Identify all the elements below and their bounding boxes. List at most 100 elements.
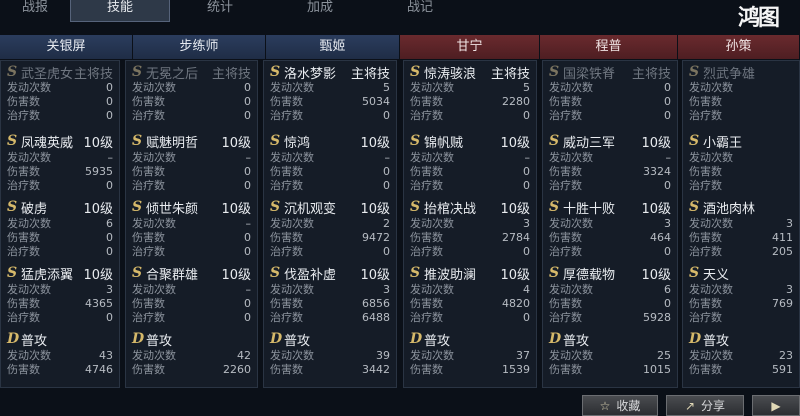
skill-level: 主将技 (490, 66, 530, 82)
skill-entry[interactable]: S 洛水梦影 主将技 发动次数 5 伤害数 5034 治疗数 0 (270, 63, 390, 131)
skill-entry[interactable]: S 酒池肉林 发动次数 3 伤害数 411 治疗数 205 (689, 197, 793, 263)
skill-name: 惊涛骇浪 (424, 66, 477, 82)
stat-value: 0 (383, 179, 390, 192)
skill-column: S 烈武争雄 发动次数 伤害数 治疗数 S 小霸王 发动次数 伤害数 治疗数 S 酒池肉林 发动次数 3 伤… (682, 60, 800, 388)
stat-value: 23 (779, 349, 793, 362)
stat-value: 4746 (85, 363, 113, 376)
skill-entry[interactable]: S 抬棺决战 10级 发动次数 3 伤害数 2784 治疗数 0 (410, 197, 530, 263)
stat-row: 发动次数 – (132, 217, 251, 231)
stat-row: 伤害数 1539 (410, 363, 530, 377)
skill-entry[interactable]: S 推波助澜 10级 发动次数 4 伤害数 4820 治疗数 0 (410, 263, 530, 329)
skill-name: 伐盈补虚 (284, 267, 337, 283)
tab-battle-report[interactable]: 战报 (0, 0, 70, 22)
stat-row: 治疗数 0 (270, 109, 390, 123)
stat-value: 2 (383, 217, 390, 230)
skill-entry[interactable]: D 普攻 发动次数 23 伤害数 591 (689, 329, 793, 395)
stat-value: 0 (244, 165, 251, 178)
stat-row: 发动次数 – (132, 151, 251, 165)
skill-name: 武圣虎女 (21, 66, 74, 82)
stat-label: 治疗数 (689, 179, 722, 192)
stat-value: 3442 (362, 363, 390, 376)
replay-button[interactable]: ▶ (752, 395, 800, 416)
stat-row: 发动次数 37 (410, 349, 530, 363)
share-button[interactable]: ↗ 分享 (666, 395, 744, 416)
skill-entry[interactable]: S 伐盈补虚 10级 发动次数 3 伤害数 6856 治疗数 6488 (270, 263, 390, 329)
stat-row: 伤害数 5935 (7, 165, 113, 179)
skill-title-row: S 酒池肉林 (689, 197, 793, 217)
stat-row: 治疗数 0 (7, 109, 113, 123)
skill-entry[interactable]: D 普攻 发动次数 43 伤害数 4746 (7, 329, 113, 395)
stat-row: 伤害数 (689, 165, 793, 179)
skill-entry[interactable]: S 厚德载物 10级 发动次数 6 伤害数 0 治疗数 5928 (549, 263, 671, 329)
skill-entry[interactable]: S 倾世朱颜 10级 发动次数 – 伤害数 0 治疗数 0 (132, 197, 251, 263)
skill-entry[interactable]: S 惊涛骇浪 主将技 发动次数 5 伤害数 2280 治疗数 0 (410, 63, 530, 131)
stat-row: 发动次数 – (7, 151, 113, 165)
skill-entry[interactable]: S 国梁铁脊 主将技 发动次数 0 伤害数 0 治疗数 0 (549, 63, 671, 131)
stat-label: 伤害数 (270, 165, 303, 178)
skill-entry[interactable]: S 惊鸿 10级 发动次数 – 伤害数 0 治疗数 0 (270, 131, 390, 197)
skill-entry[interactable]: S 沉机观变 10级 发动次数 2 伤害数 9472 治疗数 0 (270, 197, 390, 263)
skill-entry[interactable]: D 普攻 发动次数 42 伤害数 2260 (132, 329, 251, 395)
skill-level: 10级 (221, 267, 251, 283)
stat-label: 治疗数 (270, 179, 303, 192)
stat-value: 0 (106, 311, 113, 324)
general-name: 甘宁 (400, 35, 540, 59)
skill-entry[interactable]: S 十胜十败 10级 发动次数 3 伤害数 464 治疗数 0 (549, 197, 671, 263)
tab-skills[interactable]: 技能 (70, 0, 170, 22)
tab-statistics[interactable]: 统计 (170, 0, 270, 22)
skill-name: 惊鸿 (284, 135, 311, 151)
stat-label: 发动次数 (132, 151, 176, 164)
skill-entry[interactable]: S 猛虎添翼 10级 发动次数 3 伤害数 4365 治疗数 0 (7, 263, 113, 329)
skill-entry[interactable]: D 普攻 发动次数 39 伤害数 3442 (270, 329, 390, 395)
stat-label: 伤害数 (7, 363, 40, 376)
stat-value: 9472 (362, 231, 390, 244)
stat-label: 伤害数 (410, 165, 443, 178)
stat-value: 6856 (362, 297, 390, 310)
skill-title-row: D 普攻 (549, 329, 671, 349)
skill-grade-icon: S (7, 64, 18, 80)
skill-entry[interactable]: D 普攻 发动次数 37 伤害数 1539 (410, 329, 530, 395)
skill-grade-icon: S (549, 199, 560, 215)
skill-entry[interactable]: S 凤魂英威 10级 发动次数 – 伤害数 5935 治疗数 0 (7, 131, 113, 197)
stat-label: 伤害数 (270, 231, 303, 244)
skill-entry[interactable]: S 破虏 10级 发动次数 6 伤害数 0 治疗数 0 (7, 197, 113, 263)
stat-row: 治疗数 0 (410, 109, 530, 123)
stat-value: 0 (664, 109, 671, 122)
stat-value: 37 (516, 349, 530, 362)
skill-column: S 武圣虎女 主将技 发动次数 0 伤害数 0 治疗数 0 S 凤魂英威 10级 发动次数 – 伤害数 593… (0, 60, 120, 388)
favorite-button[interactable]: ☆ 收藏 (582, 395, 658, 416)
skill-entry[interactable]: S 锦帆贼 10级 发动次数 – 伤害数 0 治疗数 0 (410, 131, 530, 197)
stat-value: 0 (244, 311, 251, 324)
stat-label: 治疗数 (270, 245, 303, 258)
stat-row: 伤害数 0 (132, 297, 251, 311)
skill-entry[interactable]: S 赋魅明哲 10级 发动次数 – 伤害数 0 治疗数 0 (132, 131, 251, 197)
tab-battle-log[interactable]: 战记 (370, 0, 470, 22)
skill-entry[interactable]: S 无冕之后 主将技 发动次数 0 伤害数 0 治疗数 0 (132, 63, 251, 131)
tab-bonus[interactable]: 加成 (270, 0, 370, 22)
stat-value: 3 (664, 217, 671, 230)
stat-value: 0 (383, 109, 390, 122)
skill-entry[interactable]: D 普攻 发动次数 25 伤害数 1015 (549, 329, 671, 395)
skill-name: 猛虎添翼 (21, 267, 74, 283)
stat-row: 发动次数 – (270, 151, 390, 165)
stat-row: 伤害数 0 (7, 231, 113, 245)
stat-row: 发动次数 3 (7, 283, 113, 297)
stat-row: 治疗数 5928 (549, 311, 671, 325)
skill-entry[interactable]: S 武圣虎女 主将技 发动次数 0 伤害数 0 治疗数 0 (7, 63, 113, 131)
stat-row: 治疗数 (689, 109, 793, 123)
skill-entry[interactable]: S 合聚群雄 10级 发动次数 – 伤害数 0 治疗数 0 (132, 263, 251, 329)
stat-row: 治疗数 0 (549, 109, 671, 123)
skill-entry[interactable]: S 小霸王 发动次数 伤害数 治疗数 (689, 131, 793, 197)
skill-entry[interactable]: S 烈武争雄 发动次数 伤害数 治疗数 (689, 63, 793, 131)
skill-entry[interactable]: S 威动三军 10级 发动次数 – 伤害数 3324 治疗数 0 (549, 131, 671, 197)
skill-entry[interactable]: S 天义 发动次数 3 伤害数 769 治疗数 (689, 263, 793, 329)
skill-title-row: S 凤魂英威 10级 (7, 131, 113, 151)
stat-value: 0 (106, 179, 113, 192)
skill-name: 普攻 (703, 333, 730, 349)
skill-grade-icon: S (689, 133, 700, 149)
stat-label: 发动次数 (132, 217, 176, 230)
stat-value: 0 (244, 109, 251, 122)
skill-level: 主将技 (350, 66, 390, 82)
stat-row: 发动次数 (689, 151, 793, 165)
stat-row: 发动次数 42 (132, 349, 251, 363)
